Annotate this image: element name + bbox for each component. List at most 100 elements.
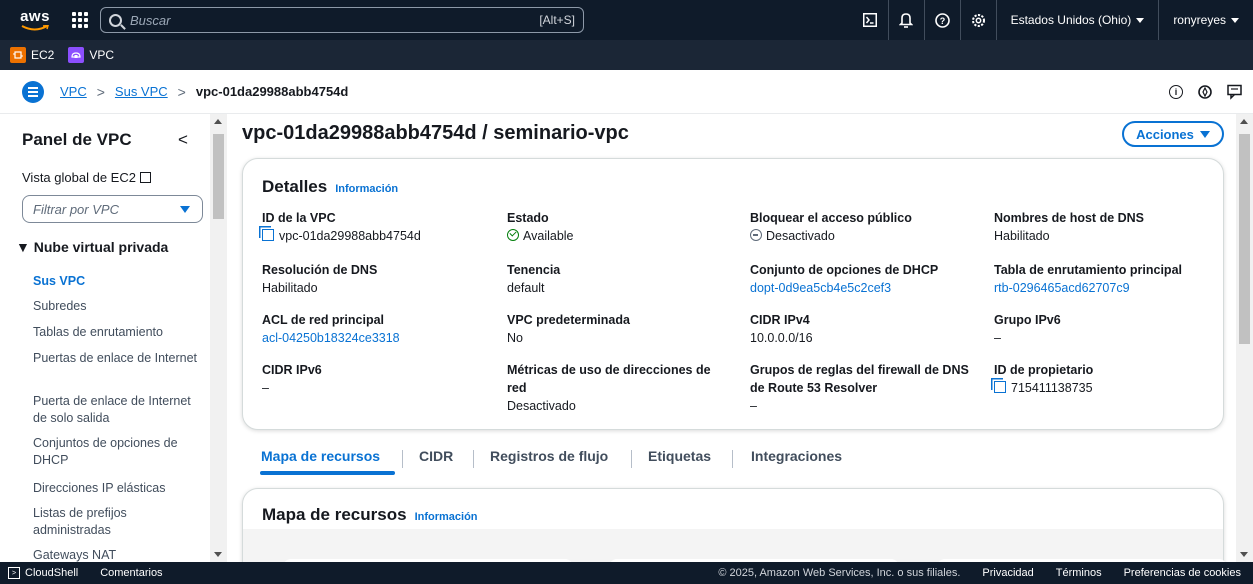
search-input[interactable] xyxy=(130,12,540,28)
bell-icon[interactable] xyxy=(887,0,924,40)
owner-id-value: 715411138735 xyxy=(1011,381,1093,395)
caret-down-icon xyxy=(1231,17,1239,23)
main-scrollbar[interactable] xyxy=(1236,114,1253,562)
dhcp-options-link[interactable]: dopt-0d9ea5cb4e5c2cef3 xyxy=(750,279,970,297)
tab-mapa-recursos[interactable]: Mapa de recursos xyxy=(261,448,380,464)
aws-smile-icon xyxy=(21,24,49,30)
scrollbar-thumb[interactable] xyxy=(1239,134,1250,344)
chevron-right-icon: > xyxy=(96,83,105,100)
compass-icon[interactable] xyxy=(1197,84,1213,100)
services-menu-icon[interactable] xyxy=(70,10,90,30)
scroll-down-icon[interactable] xyxy=(1240,552,1248,557)
scroll-down-icon[interactable] xyxy=(214,552,222,557)
region-label: Estados Unidos (Ohio) xyxy=(1010,13,1132,27)
tab-cidr[interactable]: CIDR xyxy=(419,448,453,464)
vpc-filter-select[interactable]: Filtrar por VPC xyxy=(22,195,203,223)
aws-logo[interactable]: aws xyxy=(14,5,56,35)
privacy-link[interactable]: Privacidad xyxy=(982,567,1033,579)
breadcrumb-current: vpc-01da29988abb4754d xyxy=(195,84,349,99)
field-main-acl: ACL de red principal acl-04250b18324ce33… xyxy=(262,311,482,347)
cookie-preferences-link[interactable]: Preferencias de cookies xyxy=(1124,567,1241,579)
favorite-label: EC2 xyxy=(31,48,55,62)
acl-link[interactable]: acl-04250b18324ce3318 xyxy=(262,329,482,347)
feedback-icon[interactable] xyxy=(1227,84,1243,100)
tab-divider xyxy=(402,450,403,468)
field-value: – xyxy=(750,399,757,413)
tab-divider xyxy=(732,450,733,468)
external-link-icon xyxy=(139,172,151,183)
close-sidebar-icon[interactable]: < xyxy=(178,130,188,150)
field-label: ACL de red principal xyxy=(262,313,385,327)
field-label: CIDR IPv6 xyxy=(262,363,322,377)
search-box[interactable]: [Alt+S] xyxy=(100,7,584,33)
sidebar-item-listas-prefijos[interactable]: Listas de prefijos administradas xyxy=(33,505,203,539)
tab-registros-flujo[interactable]: Registros de flujo xyxy=(490,448,608,464)
sidebar-item-sus-vpc[interactable]: Sus VPC xyxy=(33,273,203,290)
cloudshell-button[interactable]: > CloudShell xyxy=(8,567,78,579)
field-dns-firewall: Grupos de reglas del firewall de DNS de … xyxy=(750,361,970,415)
sidebar-item-gateways-nat[interactable]: Gateways NAT xyxy=(33,547,203,562)
sidebar-section-vpc[interactable]: ▼ Nube virtual privada xyxy=(16,239,168,255)
breadcrumb-vpc[interactable]: VPC xyxy=(60,84,87,99)
field-label: Métricas de uso de direcciones de red xyxy=(507,363,711,395)
menu-toggle-icon[interactable] xyxy=(22,80,44,103)
field-label: Bloquear el acceso público xyxy=(750,211,912,225)
vpc-filter-placeholder: Filtrar por VPC xyxy=(33,201,119,217)
sidebar-item-puerta-enlace-solo-salida[interactable]: Puerta de enlace de Internet de solo sal… xyxy=(33,393,203,427)
favorite-vpc[interactable]: VPC xyxy=(68,47,114,63)
sidebar-item-ip-elasticas[interactable]: Direcciones IP elásticas xyxy=(33,480,203,497)
sidebar-global-view-link[interactable]: Vista global de EC2 xyxy=(22,170,151,185)
copyright-text: © 2025, Amazon Web Services, Inc. o sus … xyxy=(718,567,961,579)
status-value: Available xyxy=(523,229,574,243)
sidebar-section-label: Nube virtual privada xyxy=(33,239,169,255)
info-icon[interactable]: i xyxy=(1169,85,1183,99)
sidebar-item-tablas-enrutamiento[interactable]: Tablas de enrutamiento xyxy=(33,324,203,341)
scroll-up-icon[interactable] xyxy=(214,119,222,124)
field-value: Habilitado xyxy=(262,281,318,295)
field-label: Grupos de reglas del firewall de DNS de … xyxy=(750,363,969,395)
favorite-ec2[interactable]: EC2 xyxy=(10,47,54,63)
chevron-right-icon: > xyxy=(177,83,186,100)
tab-etiquetas[interactable]: Etiquetas xyxy=(648,448,711,464)
tab-bar: Mapa de recursos CIDR Registros de flujo… xyxy=(242,442,1224,475)
tab-integraciones[interactable]: Integraciones xyxy=(751,448,842,464)
sidebar-scrollbar[interactable] xyxy=(210,114,227,562)
details-heading: Detalles xyxy=(262,177,328,196)
resource-map-info-link[interactable]: Información xyxy=(415,511,478,523)
field-value: Habilitado xyxy=(994,229,1050,243)
sidebar-item-puertas-enlace-internet[interactable]: Puertas de enlace de Internet xyxy=(33,350,203,367)
region-selector[interactable]: Estados Unidos (Ohio) xyxy=(995,0,1159,40)
sidebar-item-subredes[interactable]: Subredes xyxy=(33,298,203,315)
user-name: ronyreyes xyxy=(1173,13,1226,27)
cloudshell-icon[interactable] xyxy=(852,0,888,40)
sidebar-item-opciones-dhcp[interactable]: Conjuntos de opciones de DHCP xyxy=(33,435,203,469)
comments-link[interactable]: Comentarios xyxy=(100,567,162,579)
field-value: Desactivado xyxy=(507,399,576,413)
actions-button[interactable]: Acciones xyxy=(1122,121,1224,147)
details-card: Detalles Información ID de la VPC vpc-01d… xyxy=(242,158,1224,430)
terms-link[interactable]: Términos xyxy=(1056,567,1102,579)
field-dhcp-options: Conjunto de opciones de DHCP dopt-0d9ea5… xyxy=(750,261,970,297)
details-info-link[interactable]: Información xyxy=(335,183,398,195)
copy-icon[interactable] xyxy=(262,229,274,241)
breadcrumb: VPC > Sus VPC > vpc-01da29988abb4754d xyxy=(60,84,348,100)
field-label: CIDR IPv4 xyxy=(750,313,810,327)
scrollbar-thumb[interactable] xyxy=(213,134,224,219)
field-label: ID de propietario xyxy=(994,363,1094,377)
field-label: Nombres de host de DNS xyxy=(994,211,1145,225)
cloudshell-label: CloudShell xyxy=(25,567,79,579)
field-value: 715411138735 xyxy=(994,379,1214,397)
field-value: Available xyxy=(507,227,727,245)
account-menu[interactable]: ronyreyes xyxy=(1158,0,1253,40)
copy-icon[interactable] xyxy=(994,381,1006,393)
route-table-link[interactable]: rtb-0296465acd62707c9 xyxy=(994,279,1214,297)
field-value: default xyxy=(507,281,545,295)
settings-gear-icon[interactable] xyxy=(959,0,996,40)
breadcrumb-sus-vpc[interactable]: Sus VPC xyxy=(115,84,168,99)
ec2-icon xyxy=(10,47,26,63)
actions-label: Acciones xyxy=(1136,126,1194,142)
sidebar-global-view-label: Vista global de EC2 xyxy=(22,170,136,185)
help-icon[interactable]: ? xyxy=(923,0,960,40)
field-default-vpc: VPC predeterminada No xyxy=(507,311,727,347)
scroll-up-icon[interactable] xyxy=(1240,119,1248,124)
